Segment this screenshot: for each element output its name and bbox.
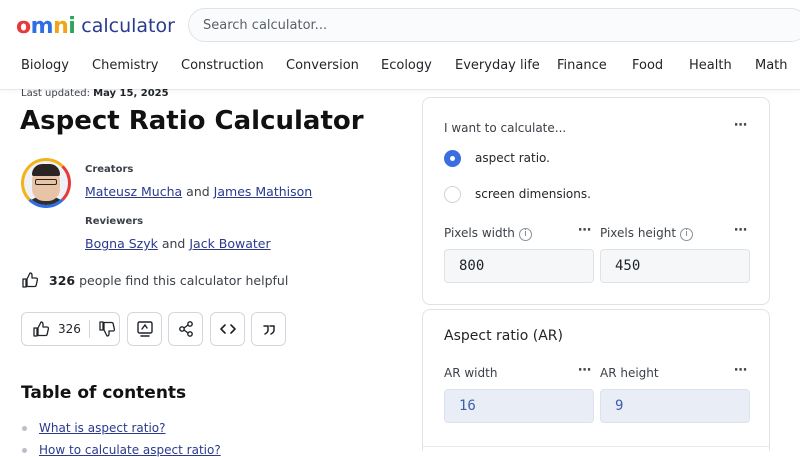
info-icon[interactable]: i: [680, 228, 694, 241]
nav-item-construction[interactable]: Construction: [181, 58, 264, 73]
rating-group: 326: [21, 312, 120, 346]
thumbs-up-icon[interactable]: [32, 320, 50, 338]
pixels-width-label: Pixels width i: [444, 226, 532, 241]
option-aspect-ratio[interactable]: aspect ratio.: [475, 151, 550, 165]
nav-item-chemistry[interactable]: Chemistry: [92, 58, 159, 73]
nav-item-food[interactable]: Food: [632, 58, 663, 73]
feedback-button[interactable]: [127, 312, 162, 346]
nav-item-ecology[interactable]: Ecology: [381, 58, 432, 73]
radio-aspect-ratio[interactable]: [444, 150, 461, 167]
omni-logo[interactable]: omni calculator: [16, 13, 175, 39]
option-screen-dimensions[interactable]: screen dimensions.: [475, 187, 591, 201]
share-button[interactable]: [168, 312, 203, 346]
like-count: 326: [58, 322, 81, 336]
reviewer-link[interactable]: Bogna Szyk: [85, 236, 158, 251]
share-icon: [178, 321, 193, 337]
helpful-count: 326: [49, 272, 76, 288]
creators-label: Creators: [85, 164, 134, 175]
nav-item-health[interactable]: Health: [689, 58, 732, 73]
reviewer-link[interactable]: Jack Bowater: [189, 236, 270, 251]
nav-item-biology[interactable]: Biology: [21, 58, 69, 73]
ar-height-label: AR height: [600, 366, 659, 380]
cite-button[interactable]: [251, 312, 286, 346]
pixels-width-input[interactable]: 800: [444, 249, 594, 283]
nav-item-finance[interactable]: Finance: [557, 58, 607, 73]
pixels-height-label: Pixels height i: [600, 226, 694, 241]
ar-width-result[interactable]: 16: [444, 389, 594, 423]
toc-link[interactable]: How to calculate aspect ratio?: [39, 443, 221, 457]
more-options-icon[interactable]: ⋯: [578, 223, 592, 238]
toc-title: Table of contents: [21, 383, 187, 403]
aspect-ratio-card: Aspect ratio (AR) AR width ⋯ AR height ⋯…: [422, 309, 770, 451]
want-to-calculate-label: I want to calculate...: [444, 121, 567, 135]
nav-item-conversion[interactable]: Conversion: [286, 58, 359, 73]
section-title: Aspect ratio (AR): [444, 328, 563, 344]
last-updated-date: May 15, 2025: [93, 88, 169, 99]
embed-button[interactable]: [210, 312, 245, 346]
info-icon[interactable]: i: [518, 228, 532, 241]
nav-item-math[interactable]: Math: [755, 58, 788, 73]
search-input[interactable]: Search calculator...: [188, 8, 800, 42]
page-title: Aspect Ratio Calculator: [20, 106, 364, 136]
calculator-mode-card: I want to calculate... ⋯ aspect ratio. s…: [422, 97, 770, 305]
avatar[interactable]: [21, 158, 71, 208]
nav-item-everyday-life[interactable]: Everyday life: [455, 58, 540, 73]
last-updated-label: Last updated:: [21, 88, 90, 99]
last-updated: Last updated: May 15, 2025: [21, 88, 169, 99]
code-icon: [219, 324, 236, 334]
creator-link[interactable]: James Mathison: [214, 184, 313, 199]
category-nav: Biology Chemistry Construction Conversio…: [0, 58, 800, 82]
more-options-icon[interactable]: ⋯: [734, 118, 748, 133]
toc-item: What is aspect ratio?: [22, 421, 166, 435]
reviewers-list: Bogna Szyk and Jack Bowater: [85, 236, 271, 251]
thumbs-up-icon: [22, 272, 39, 288]
helpful-text: people find this calculator helpful: [79, 272, 289, 288]
and-text: and: [161, 236, 186, 251]
more-options-icon[interactable]: ⋯: [734, 363, 748, 378]
ar-height-result[interactable]: 9: [600, 389, 750, 423]
more-options-icon[interactable]: ⋯: [734, 223, 748, 238]
search-placeholder: Search calculator...: [203, 17, 328, 33]
top-bar: omni calculator Search calculator... Bio…: [0, 0, 800, 90]
feedback-icon: [136, 321, 153, 337]
reviewers-label: Reviewers: [85, 216, 144, 227]
more-options-icon[interactable]: ⋯: [578, 363, 592, 378]
creators-list: Mateusz Mucha and James Mathison: [85, 184, 312, 199]
helpful-stat: 326 people find this calculator helpful: [21, 271, 288, 289]
and-text: and: [186, 184, 210, 199]
pixels-height-input[interactable]: 450: [600, 249, 750, 283]
toc-item: How to calculate aspect ratio?: [22, 443, 221, 457]
ar-width-label: AR width: [444, 366, 498, 380]
logo-omni: omni: [16, 13, 76, 39]
logo-calculator-text: calculator: [81, 15, 175, 37]
divider: [423, 446, 769, 447]
creator-link[interactable]: Mateusz Mucha: [85, 184, 182, 199]
toc-link[interactable]: What is aspect ratio?: [39, 421, 166, 435]
quote-icon: [262, 325, 275, 335]
thumbs-down-icon[interactable]: [98, 320, 116, 338]
radio-screen-dimensions[interactable]: [444, 186, 461, 203]
